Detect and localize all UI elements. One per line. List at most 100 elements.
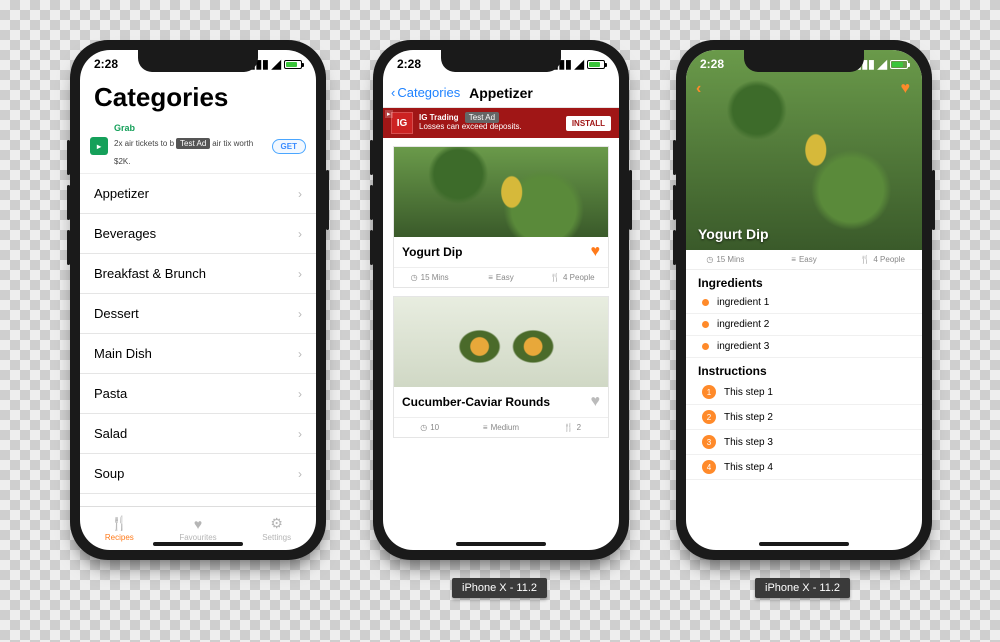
list-item[interactable]: Beverages ›: [80, 214, 316, 254]
list-item-label: Main Dish: [94, 346, 152, 361]
chevron-right-icon: ›: [298, 227, 302, 241]
instruction-row: 4This step 4: [686, 455, 922, 480]
notch: [744, 50, 864, 72]
meta-time: 10: [430, 423, 439, 432]
instructions-header: Instructions: [686, 358, 922, 380]
category-list[interactable]: Appetizer› Beverages › Breakfast & Brunch…: [80, 174, 316, 506]
list-item-label: Beverages: [94, 226, 156, 241]
battery-icon: [890, 60, 908, 69]
meta-serves: 2: [577, 423, 581, 432]
chevron-right-icon: ›: [298, 467, 302, 481]
instruction-text: This step 4: [724, 462, 773, 473]
recipe-card[interactable]: Yogurt Dip ♥ ◷15 Mins ≡Easy 🍴4 People: [393, 146, 609, 288]
favourite-icon[interactable]: ♥: [591, 393, 601, 411]
chevron-right-icon: ›: [298, 307, 302, 321]
list-item-label: Breakfast & Brunch: [94, 266, 206, 281]
favourite-icon[interactable]: ♥: [901, 80, 911, 98]
phone-recipe-list: 2:28 ▮▮▮ ◢ ‹Categories Appetizer ▸ IG IG…: [373, 40, 629, 560]
ad-banner[interactable]: ▸ IG IG Trading Test Ad Losses can excee…: [383, 108, 619, 138]
screen: 2:28 ▮▮▮ ◢ ‹ ♥ Yogurt Dip ◷15 Mins ≡Easy…: [686, 50, 922, 550]
ad-banner[interactable]: ▸ Grab 2x air tickets to bTest Adair tix…: [80, 119, 316, 174]
chevron-right-icon: ›: [298, 387, 302, 401]
ad-brand: Grab: [114, 123, 266, 133]
status-time: 2:28: [700, 57, 724, 71]
recipe-meta: ◷10 ≡Medium 🍴2: [394, 417, 608, 437]
home-indicator[interactable]: [456, 542, 546, 546]
list-item[interactable]: Pasta ›: [80, 374, 316, 414]
notch: [138, 50, 258, 72]
device-label: iPhone X - 11.2: [452, 578, 547, 598]
list-item-label: Soup: [94, 466, 124, 481]
chevron-right-icon: ›: [298, 427, 302, 441]
nav-bar: ‹Categories Appetizer: [383, 78, 619, 108]
home-indicator[interactable]: [759, 542, 849, 546]
list-item[interactable]: Main Dish ›: [80, 334, 316, 374]
list-item[interactable]: Salad ›: [80, 414, 316, 454]
wifi-icon: ◢: [878, 57, 887, 71]
ingredient-text: ingredient 2: [717, 319, 769, 330]
heart-icon: ♥: [194, 516, 202, 532]
instruction-row: 3 This step 3: [686, 430, 922, 455]
recipe-list[interactable]: Yogurt Dip ♥ ◷15 Mins ≡Easy 🍴4 People Cu…: [383, 138, 619, 550]
instruction-text: This step 2: [724, 412, 773, 423]
clock-icon: ◷: [706, 255, 713, 264]
list-item-label: Pasta: [94, 386, 127, 401]
wifi-icon: ◢: [272, 57, 281, 71]
phone-categories: 2:28 ▮▮▮ ◢ Categories ▸ Grab 2x air tick…: [70, 40, 326, 560]
recipe-meta: ◷15 Mins ≡Easy 🍴4 People: [686, 250, 922, 270]
step-number-icon: 1: [702, 385, 716, 399]
ad-cta-button[interactable]: GET: [272, 139, 306, 154]
recipe-image: [394, 147, 608, 237]
list-item[interactable]: Soup ›: [80, 454, 316, 494]
bullet-icon: [702, 343, 709, 350]
chevron-right-icon: ›: [298, 347, 302, 361]
ad-marker-icon: ▸: [385, 110, 393, 118]
tab-label: Favourites: [179, 533, 216, 542]
list-item-label: Salad: [94, 426, 127, 441]
step-number-icon: 3: [702, 435, 716, 449]
ad-text: IG Trading Test Ad Losses can exceed dep…: [419, 114, 560, 132]
nav-title: Appetizer: [383, 85, 619, 101]
ingredient-row: ingredient 2: [686, 314, 922, 336]
difficulty-icon: ≡: [791, 255, 796, 264]
recipe-title: Yogurt Dip: [698, 226, 769, 242]
recipe-card[interactable]: Cucumber-Caviar Rounds ♥ ◷10 ≡Medium 🍴2: [393, 296, 609, 438]
home-indicator[interactable]: [153, 542, 243, 546]
list-item-label: Dessert: [94, 306, 139, 321]
tab-settings[interactable]: ⚙Settings: [237, 507, 316, 550]
back-button[interactable]: ‹: [696, 80, 701, 98]
ingredient-row: ingredient 1: [686, 292, 922, 314]
battery-icon: [587, 60, 605, 69]
clock-icon: ◷: [411, 273, 418, 282]
bullet-icon: [702, 299, 709, 306]
meta-time: 15 Mins: [421, 273, 449, 282]
instruction-text: This step 3: [724, 437, 773, 448]
list-item[interactable]: Breakfast & Brunch ›: [80, 254, 316, 294]
meta-difficulty: Easy: [496, 273, 514, 282]
ingredient-row: ingredient 3: [686, 336, 922, 358]
instruction-row: 2This step 2: [686, 405, 922, 430]
list-item[interactable]: Dessert ›: [80, 294, 316, 334]
ad-provider-icon: ▸: [90, 137, 108, 155]
list-item[interactable]: Appetizer›: [80, 174, 316, 214]
page-title: Categories: [80, 78, 316, 119]
ad-brand-icon: IG: [391, 112, 413, 134]
status-time: 2:28: [94, 57, 118, 71]
phone-recipe-detail: 2:28 ▮▮▮ ◢ ‹ ♥ Yogurt Dip ◷15 Mins ≡Easy…: [676, 40, 932, 560]
tab-label: Recipes: [105, 533, 134, 542]
meta-time: 15 Mins: [716, 255, 744, 264]
bullet-icon: [702, 321, 709, 328]
gear-icon: ⚙: [270, 515, 283, 532]
people-icon: 🍴: [564, 423, 574, 432]
tab-recipes[interactable]: 🍴Recipes: [80, 507, 159, 550]
recipe-meta: ◷15 Mins ≡Easy 🍴4 People: [394, 267, 608, 287]
device-label: iPhone X - 11.2: [755, 578, 850, 598]
meta-serves: 4 People: [873, 255, 905, 264]
hero-image: 2:28 ▮▮▮ ◢ ‹ ♥ Yogurt Dip: [686, 50, 922, 250]
install-button[interactable]: INSTALL: [566, 116, 611, 131]
meta-difficulty: Medium: [491, 423, 519, 432]
favourite-icon[interactable]: ♥: [591, 243, 601, 261]
difficulty-icon: ≡: [483, 423, 488, 432]
chevron-right-icon: ›: [298, 267, 302, 281]
recipe-image: [394, 297, 608, 387]
